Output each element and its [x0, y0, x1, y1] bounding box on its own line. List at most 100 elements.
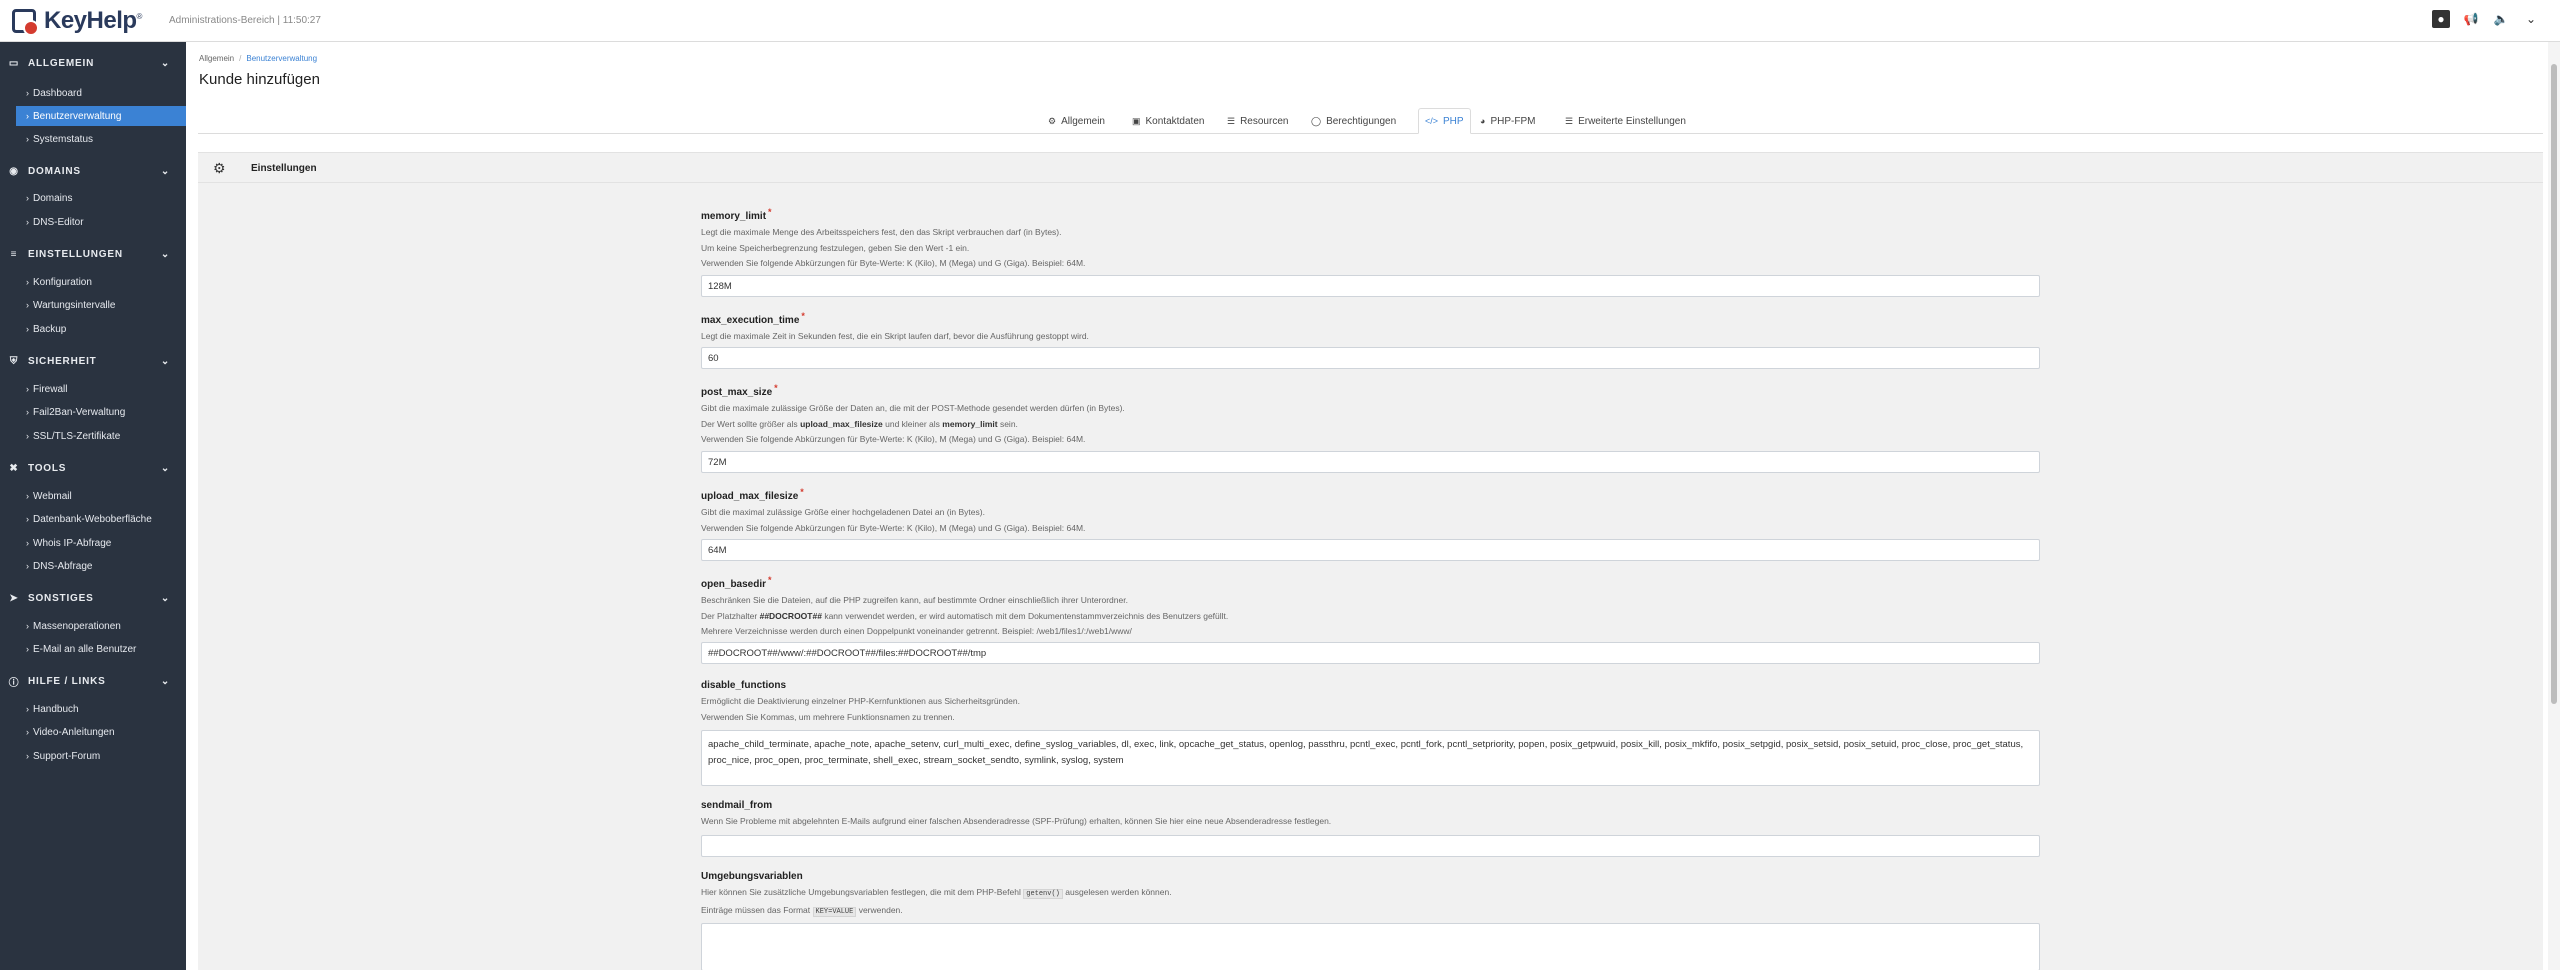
- field-desc-disable-functions: Ermöglicht die Deaktivierung einzelner P…: [701, 696, 1020, 722]
- sidebar-item-label: Webmail: [33, 490, 72, 502]
- upload-max-filesize-input[interactable]: 64M: [701, 539, 2040, 561]
- tab-kontaktdaten[interactable]: ▣ Kontaktdaten: [1126, 108, 1210, 134]
- sidebar-item-ssl-tls[interactable]: › SSL/TLS-Zertifikate: [16, 426, 186, 446]
- field-label-max-execution-time: max_execution_time *: [701, 311, 805, 326]
- sidebar-section-domains[interactable]: ◉ DOMAINS ⌄: [0, 160, 186, 182]
- page-scrollbar[interactable]: [2548, 42, 2560, 970]
- sidebar-item-datenbank[interactable]: › Datenbank-Weboberfläche: [16, 509, 186, 529]
- chevron-right-icon: ›: [26, 324, 29, 334]
- code-icon: </>: [1425, 116, 1439, 126]
- tab-label: PHP: [1443, 115, 1464, 127]
- sidebar-item-whois[interactable]: › Whois IP-Abfrage: [16, 533, 186, 553]
- monitor-icon: ▭: [8, 57, 20, 69]
- chevron-right-icon: ›: [26, 491, 29, 501]
- list-icon: ☰: [1565, 115, 1574, 126]
- sidebar-item-backup[interactable]: › Backup: [16, 319, 186, 339]
- keyhelp-logo[interactable]: KeyHelp®: [8, 5, 168, 37]
- chevron-down-icon[interactable]: ⌄: [2522, 10, 2540, 28]
- sidebar-item-label: Support-Forum: [33, 750, 101, 762]
- sidebar-section-sicherheit[interactable]: ⛨ SICHERHEIT ⌄: [0, 350, 186, 372]
- dashboard-icon: ◕: [1480, 116, 1486, 126]
- sidebar-item-benutzerverwaltung[interactable]: › Benutzerverwaltung: [16, 106, 186, 126]
- chevron-down-icon: ⌄: [160, 165, 170, 177]
- panel-title: Einstellungen: [251, 163, 317, 174]
- tab-erweiterte-einstellungen[interactable]: ☰ Erweiterte Einstellungen: [1559, 108, 1692, 134]
- post-max-size-input[interactable]: 72M: [701, 451, 2040, 473]
- tab-label: Allgemein: [1061, 115, 1105, 127]
- sidebar-item-email-alle[interactable]: › E-Mail an alle Benutzer: [16, 639, 186, 659]
- chevron-right-icon: ›: [26, 514, 29, 524]
- notifications-icon[interactable]: 📢: [2462, 10, 2480, 28]
- breadcrumb: Allgemein / Benutzerverwaltung: [199, 54, 318, 63]
- breadcrumb-current[interactable]: Benutzerverwaltung: [246, 54, 317, 63]
- sliders-icon: ≡: [10, 248, 18, 260]
- umgebungsvariablen-textarea[interactable]: [701, 923, 2040, 970]
- open-basedir-input[interactable]: ##DOCROOT##/www/:##DOCROOT##/files:##DOC…: [701, 642, 2040, 664]
- logo-text: KeyHelp: [44, 7, 137, 34]
- chevron-right-icon: ›: [26, 384, 29, 394]
- user-icon[interactable]: ●: [2432, 10, 2450, 28]
- panel-header: ⚙ Einstellungen: [198, 153, 2543, 183]
- tab-resourcen[interactable]: ☰ Resourcen: [1221, 108, 1294, 134]
- sidebar-item-konfiguration[interactable]: › Konfiguration: [16, 272, 186, 292]
- chevron-right-icon: ›: [26, 561, 29, 571]
- sidebar-item-label: Konfiguration: [33, 276, 92, 288]
- sidebar-item-systemstatus[interactable]: › Systemstatus: [16, 129, 186, 149]
- sidebar-item-wartungsintervalle[interactable]: › Wartungsintervalle: [16, 295, 186, 315]
- tab-berechtigungen[interactable]: ◯ Berechtigungen: [1305, 108, 1402, 134]
- breadcrumb-root[interactable]: Allgemein: [199, 54, 234, 63]
- sidebar-section-tools[interactable]: ✖ TOOLS ⌄: [0, 457, 186, 479]
- sendmail-from-input[interactable]: [701, 835, 2040, 857]
- tab-allgemein[interactable]: ⚙ Allgemein: [1042, 108, 1111, 134]
- sidebar-section-einstellungen[interactable]: ≡ EINSTELLUNGEN ⌄: [0, 243, 186, 265]
- keyhelp-logo-icon: [12, 9, 39, 36]
- chevron-right-icon: ›: [26, 621, 29, 631]
- list-icon: ☰: [1227, 115, 1236, 126]
- sidebar-section-allgemein[interactable]: ▭ ALLGEMEIN ⌄: [0, 52, 186, 74]
- chevron-right-icon: ›: [26, 727, 29, 737]
- globe-icon: ◉: [9, 165, 19, 177]
- tab-label: Erweiterte Einstellungen: [1578, 115, 1686, 127]
- sidebar-item-dns-editor[interactable]: › DNS-Editor: [16, 212, 186, 232]
- info-icon: ⓘ: [8, 677, 20, 689]
- top-bar: KeyHelp® Administrations-Bereich | 11:50…: [0, 0, 2560, 42]
- chevron-right-icon: ›: [26, 134, 29, 144]
- sidebar-item-handbuch[interactable]: › Handbuch: [16, 699, 186, 719]
- tab-label: Kontaktdaten: [1145, 115, 1205, 127]
- rocket-icon: ➤: [9, 592, 19, 604]
- sidebar-item-support-forum[interactable]: › Support-Forum: [16, 746, 186, 766]
- sidebar-item-label: DNS-Editor: [33, 216, 84, 228]
- chevron-down-icon: ⌄: [160, 57, 170, 69]
- scrollbar-thumb[interactable]: [2551, 64, 2557, 704]
- sidebar-section-hilfe[interactable]: ⓘ HILFE / LINKS ⌄: [0, 670, 186, 692]
- sidebar-section-sonstiges[interactable]: ➤ SONSTIGES ⌄: [0, 587, 186, 609]
- chevron-right-icon: ›: [26, 88, 29, 98]
- sidebar-item-massenoperationen[interactable]: › Massenoperationen: [16, 616, 186, 636]
- sidebar-item-dashboard[interactable]: › Dashboard: [16, 83, 186, 103]
- language-icon[interactable]: 🔈: [2492, 10, 2510, 28]
- max-execution-time-input[interactable]: 60: [701, 347, 2040, 369]
- main-content: Allgemein / Benutzerverwaltung Kunde hinzu…: [186, 42, 2546, 970]
- sidebar-section-label: DOMAINS: [28, 165, 81, 177]
- chevron-right-icon: ›: [26, 644, 29, 654]
- field-label-open-basedir: open_basedir *: [701, 575, 772, 590]
- sidebar: ▭ ALLGEMEIN ⌄ › Dashboard › Benutzerverwal…: [0, 42, 186, 970]
- tab-php-fpm[interactable]: ◕ PHP-FPM: [1474, 108, 1541, 134]
- field-label-memory-limit: memory_limit *: [701, 207, 772, 222]
- sidebar-item-firewall[interactable]: › Firewall: [16, 379, 186, 399]
- tab-php[interactable]: </> PHP: [1418, 108, 1471, 134]
- sidebar-item-label: Massenoperationen: [33, 620, 121, 632]
- sidebar-item-label: Wartungsintervalle: [33, 299, 116, 311]
- page-title: Kunde hinzufügen: [199, 71, 320, 88]
- sidebar-section-label: TOOLS: [28, 462, 67, 474]
- sidebar-item-video[interactable]: › Video-Anleitungen: [16, 722, 186, 742]
- sidebar-item-webmail[interactable]: › Webmail: [16, 486, 186, 506]
- memory-limit-input[interactable]: 128M: [701, 275, 2040, 297]
- chevron-right-icon: ›: [26, 111, 29, 121]
- sidebar-item-domains[interactable]: › Domains: [16, 188, 186, 208]
- sidebar-item-dns-abfrage[interactable]: › DNS-Abfrage: [16, 556, 186, 576]
- chevron-right-icon: ›: [26, 407, 29, 417]
- sidebar-item-label: Video-Anleitungen: [33, 726, 115, 738]
- disable-functions-textarea[interactable]: apache_child_terminate, apache_note, apa…: [701, 730, 2040, 786]
- sidebar-item-fail2ban[interactable]: › Fail2Ban-Verwaltung: [16, 402, 186, 422]
